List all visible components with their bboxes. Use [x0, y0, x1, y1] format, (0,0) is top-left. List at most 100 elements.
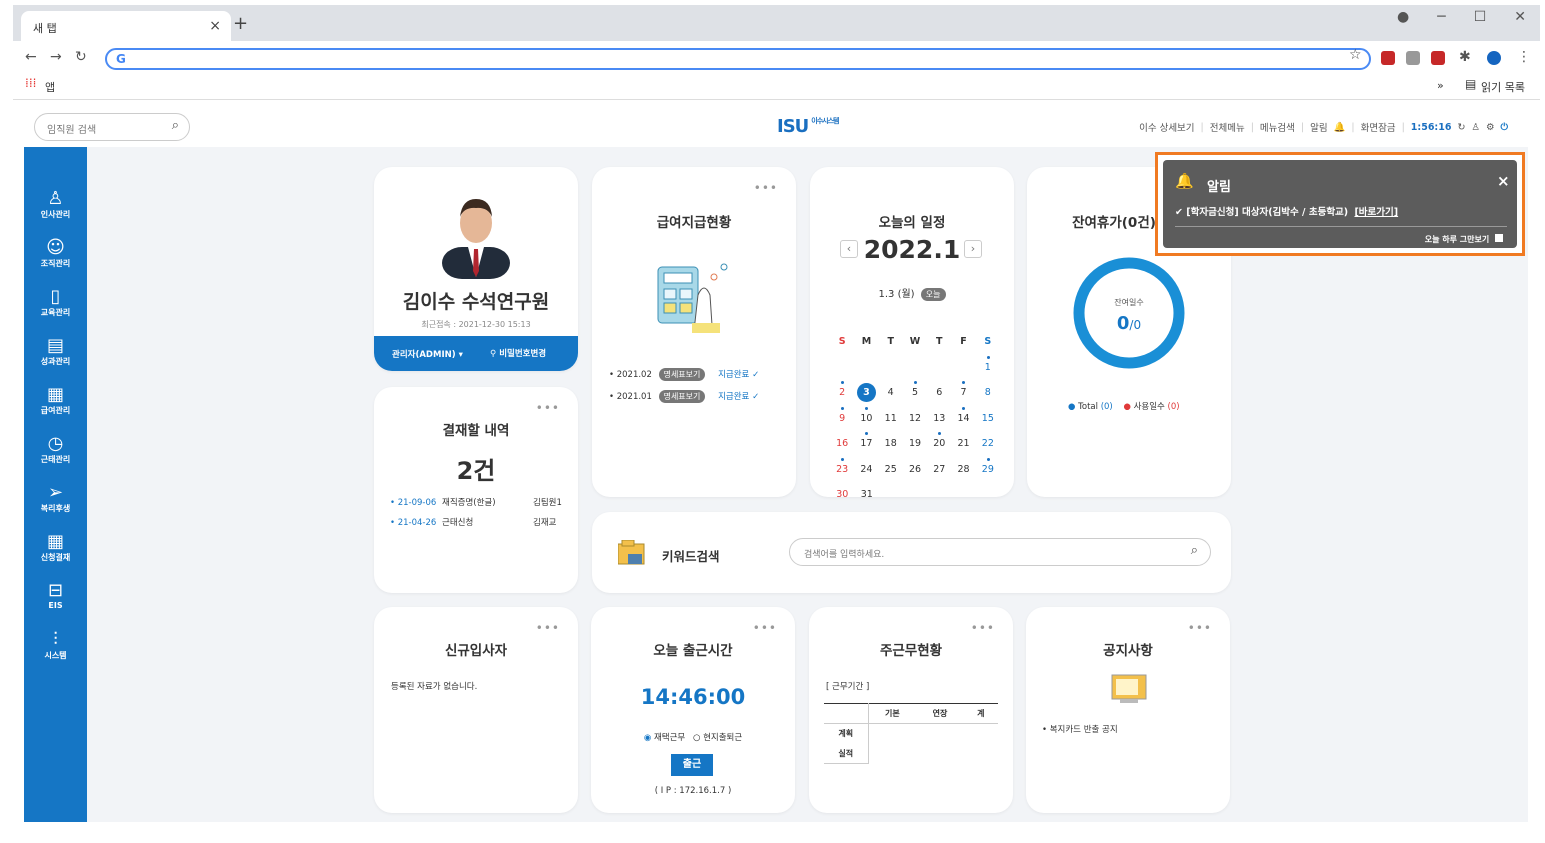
approval-row[interactable]: • 21-04-26 근태신청 김재교 — [390, 516, 570, 528]
calendar-day[interactable]: 31 — [855, 489, 880, 500]
extension-icon[interactable] — [1406, 51, 1420, 65]
sidebar-item-eis[interactable]: ⊟ EIS — [24, 581, 87, 611]
alert-link[interactable]: [바로가기] — [1354, 207, 1398, 218]
tab-close-icon[interactable]: × — [209, 18, 221, 34]
more-icon[interactable]: ••• — [536, 621, 560, 635]
calendar-day[interactable]: 23 — [830, 457, 854, 475]
search-icon[interactable]: ⌕ — [1191, 543, 1198, 558]
calendar-day[interactable]: 28 — [951, 464, 975, 475]
calendar-day[interactable]: 26 — [903, 464, 927, 475]
radio-home[interactable]: ◉ — [644, 733, 651, 743]
more-icon[interactable]: ••• — [754, 181, 778, 195]
new-tab-button[interactable]: + — [233, 13, 248, 34]
maximize-icon[interactable]: ☐ — [1474, 9, 1487, 25]
calendar-day[interactable]: 18 — [879, 438, 903, 449]
more-bookmarks[interactable]: » — [1437, 79, 1444, 92]
sidebar-item-welfare[interactable]: ➢ 복리후생 — [24, 483, 87, 514]
calendar-day[interactable]: 29 — [976, 457, 1000, 475]
calendar-day[interactable]: 16 — [830, 438, 854, 449]
calendar-day[interactable]: 8 — [976, 387, 1000, 398]
calendar-day[interactable]: 9 — [830, 406, 854, 424]
minimize-icon[interactable]: ─ — [1437, 9, 1445, 25]
sidebar-item-payroll[interactable]: ▦ 급여관리 — [24, 385, 87, 416]
admin-button[interactable]: 관리자(ADMIN) ▾ — [392, 348, 463, 360]
calendar-day[interactable]: 22 — [976, 438, 1000, 449]
sidebar-item-hr[interactable]: ♙ 인사관리 — [24, 189, 87, 220]
calendar-day[interactable]: 2 — [830, 381, 854, 398]
calendar-day[interactable]: 19 — [903, 438, 927, 449]
calendar-day[interactable]: 25 — [879, 464, 903, 475]
more-icon[interactable]: ••• — [1188, 621, 1212, 635]
extension-icon[interactable] — [1381, 51, 1395, 65]
calendar-day[interactable]: 21 — [951, 438, 975, 449]
all-menu-link[interactable]: 전체메뉴 — [1210, 120, 1245, 134]
calendar-day[interactable]: 12 — [903, 413, 927, 424]
calendar-day[interactable]: 17 — [854, 432, 878, 449]
dismiss-checkbox[interactable] — [1495, 234, 1503, 242]
reload-icon[interactable]: ↻ — [75, 49, 87, 65]
employee-search-input[interactable]: 임직원 검색 ⌕ — [34, 113, 190, 141]
user-icon[interactable]: ♙ — [1471, 122, 1480, 133]
profile-dot-icon[interactable]: ● — [1397, 9, 1409, 25]
next-month-button[interactable]: › — [964, 240, 982, 258]
forward-icon[interactable]: → — [50, 49, 62, 65]
calendar-day[interactable]: 1 — [976, 355, 1000, 373]
calendar-day[interactable]: 7 — [951, 381, 975, 398]
calendar-day[interactable]: 30 — [830, 489, 855, 500]
alert-dismiss[interactable]: 오늘 하루 그만보기 — [1425, 234, 1503, 245]
calendar-day[interactable]: 20 — [927, 432, 951, 449]
avatar[interactable] — [1487, 51, 1501, 65]
screen-lock-link[interactable]: 화면잠금 — [1361, 120, 1396, 134]
payslip-button[interactable]: 명세표보기 — [658, 368, 706, 381]
apps-label[interactable]: 앱 — [45, 79, 55, 95]
bookmark-star-icon[interactable]: ☆ — [1349, 47, 1362, 63]
back-icon[interactable]: ← — [25, 49, 37, 65]
calendar-day[interactable]: 15 — [976, 413, 1000, 424]
keyword-search-input[interactable]: 검색어를 입력하세요. ⌕ — [789, 538, 1211, 566]
more-icon[interactable]: ••• — [536, 401, 560, 415]
sidebar-item-performance[interactable]: ▤ 성과관리 — [24, 336, 87, 367]
sidebar-item-system[interactable]: ⫶ 시스템 — [24, 630, 87, 661]
menu-search-link[interactable]: 메뉴검색 — [1260, 120, 1295, 134]
password-change-button[interactable]: ⚲ 비밀번호변경 — [490, 347, 546, 359]
today-badge[interactable]: 오늘 — [920, 288, 946, 301]
radio-onsite[interactable]: ○ — [693, 733, 700, 743]
calendar-day[interactable]: 11 — [879, 413, 903, 424]
approval-row[interactable]: • 21-09-06 재직증명(한글) 김팀원1 — [390, 496, 570, 508]
payslip-button[interactable]: 명세표보기 — [658, 390, 706, 403]
refresh-icon[interactable]: ↻ — [1457, 122, 1465, 133]
check-in-button[interactable]: 출근 — [671, 754, 713, 776]
apps-grid-icon[interactable]: ⁞⁞⁞ — [25, 76, 36, 90]
calendar-day[interactable]: 10 — [854, 406, 878, 424]
sidebar-item-education[interactable]: ▯ 교육관리 — [24, 287, 87, 318]
calendar-day[interactable]: 13 — [927, 413, 951, 424]
alert-close-icon[interactable]: × — [1497, 172, 1510, 190]
close-window-icon[interactable]: ✕ — [1514, 9, 1526, 25]
alarm-link[interactable]: 알림 — [1310, 120, 1327, 134]
calendar-day[interactable]: 4 — [879, 387, 903, 398]
menu-kebab-icon[interactable]: ⋮ — [1517, 49, 1531, 65]
more-icon[interactable]: ••• — [753, 621, 777, 635]
browser-tab[interactable]: 새 탭 × — [21, 11, 231, 41]
sidebar-item-approval[interactable]: ▦ 신청결재 — [24, 532, 87, 563]
calendar-day[interactable]: 24 — [854, 464, 878, 475]
logo[interactable]: ISU 이수시스템 — [777, 116, 839, 137]
search-icon[interactable]: ⌕ — [172, 118, 179, 133]
sidebar-item-attendance[interactable]: ◷ 근태관리 — [24, 434, 87, 465]
notice-item[interactable]: • 복지카드 반출 공지 — [1042, 723, 1118, 735]
calendar-day[interactable]: 27 — [927, 464, 951, 475]
extension-icon[interactable] — [1431, 51, 1445, 65]
detail-link[interactable]: 이수 상세보기 — [1139, 120, 1194, 134]
gear-icon[interactable]: ⚙ — [1486, 122, 1495, 133]
calendar-day[interactable]: 14 — [951, 406, 975, 424]
sidebar-item-org[interactable]: ☺ 조직관리 — [24, 238, 87, 269]
calendar-day-selected[interactable]: 3 — [854, 383, 878, 403]
power-icon[interactable]: ⏻ — [1500, 122, 1508, 133]
approval-person: 김재교 — [533, 518, 557, 528]
puzzle-icon[interactable]: ✱ — [1459, 49, 1471, 65]
calendar-day[interactable]: 6 — [927, 387, 951, 398]
calendar-day[interactable]: 5 — [903, 381, 927, 398]
address-bar[interactable]: G — [105, 48, 1371, 70]
more-icon[interactable]: ••• — [971, 621, 995, 635]
reading-list[interactable]: 읽기 목록 — [1481, 79, 1525, 95]
